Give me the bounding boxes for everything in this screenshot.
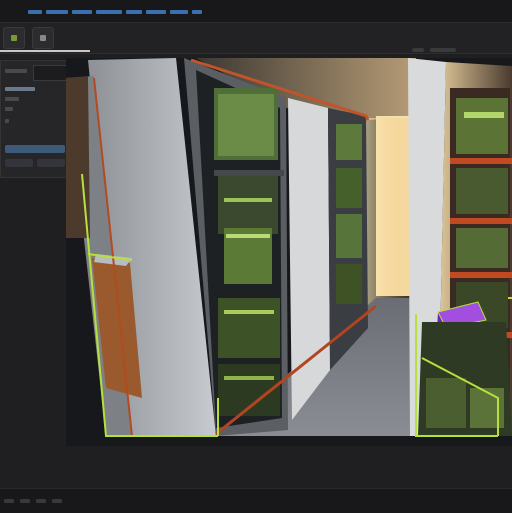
property-label (5, 119, 9, 123)
menu-item[interactable] (96, 10, 122, 14)
menu-item[interactable] (146, 10, 166, 14)
status-item[interactable] (4, 499, 14, 503)
active-tab-indicator (0, 50, 90, 52)
menu-item[interactable] (46, 10, 68, 14)
toolbar-item[interactable] (430, 48, 456, 52)
panel-button[interactable] (5, 145, 65, 153)
property-label (5, 97, 19, 101)
move-tool-icon (11, 35, 17, 41)
menu-bar (0, 0, 512, 23)
properties-panel (0, 60, 70, 178)
property-field[interactable] (33, 65, 67, 81)
panel-button[interactable] (37, 159, 65, 167)
server-room-3d-scene (66, 58, 512, 446)
status-bar (0, 488, 512, 513)
status-item[interactable] (20, 499, 30, 503)
menu-item[interactable] (170, 10, 188, 14)
menu-icon (40, 35, 46, 41)
property-label (5, 69, 27, 73)
menu-item[interactable] (28, 10, 42, 14)
property-label (5, 107, 13, 111)
panel-button[interactable] (5, 159, 33, 167)
scene-viewport[interactable] (66, 58, 512, 446)
menu-item[interactable] (126, 10, 142, 14)
property-label (5, 87, 35, 91)
menu-button[interactable] (32, 27, 54, 49)
status-item[interactable] (36, 499, 46, 503)
move-tool-button[interactable] (3, 27, 25, 49)
toolbar-item[interactable] (412, 48, 424, 52)
menu-item[interactable] (192, 10, 202, 14)
status-item[interactable] (52, 499, 62, 503)
menu-item[interactable] (72, 10, 92, 14)
